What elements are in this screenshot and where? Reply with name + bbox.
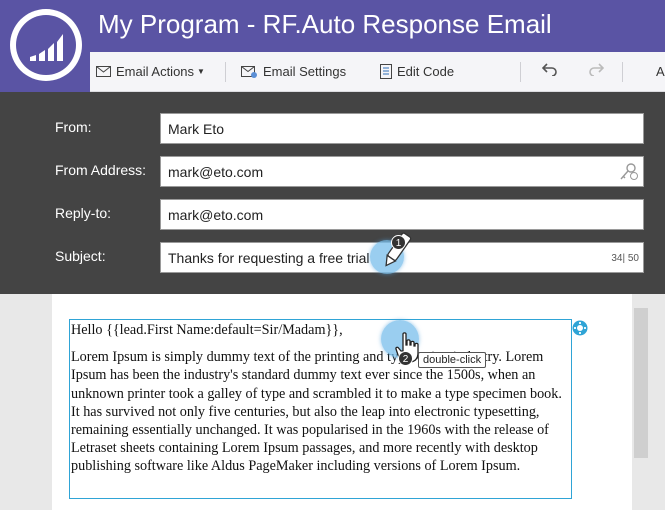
email-greeting: Hello {{lead.First Name:default=Sir/Mada… <box>71 322 343 338</box>
edit-code-label: Edit Code <box>397 64 455 79</box>
email-settings-button[interactable]: Email Settings <box>241 64 346 79</box>
module-gear-icon[interactable] <box>571 319 589 337</box>
edit-code-button[interactable]: Edit Code <box>380 64 454 79</box>
toolbar-divider <box>622 62 623 82</box>
subject-label: Subject: <box>55 248 106 264</box>
undo-icon <box>542 63 557 76</box>
from-address-field[interactable]: mark@eto.com <box>160 156 644 187</box>
envelope-icon <box>96 66 111 77</box>
vertical-scrollbar[interactable] <box>634 308 648 458</box>
key-icon[interactable] <box>619 163 639 181</box>
marketo-logo-icon[interactable] <box>10 9 82 81</box>
step-badge-2: 2 <box>398 351 413 366</box>
reply-to-label: Reply-to: <box>55 205 112 221</box>
email-settings-label: Email Settings <box>263 64 347 79</box>
email-text-module[interactable]: Hello {{lead.First Name:default=Sir/Mada… <box>69 319 572 499</box>
toolbar-overflow-item[interactable]: A <box>656 64 665 79</box>
caret-down-icon: ▼ <box>197 67 205 76</box>
from-value: Mark Eto <box>168 121 225 137</box>
toolbar-divider <box>225 62 226 82</box>
reply-to-field[interactable]: mark@eto.com <box>160 199 644 230</box>
code-document-icon <box>380 64 392 79</box>
email-toolbar: Email Actions ▼ Email Settings Edit Code… <box>90 52 665 92</box>
email-body-text: Lorem Ipsum is simply dummy text of the … <box>71 349 562 475</box>
redo-button[interactable] <box>588 62 604 76</box>
subject-value: Thanks for requesting a free trial <box>168 250 370 266</box>
email-actions-button[interactable]: Email Actions ▼ <box>96 64 205 79</box>
undo-button[interactable] <box>542 62 558 76</box>
reply-to-value: mark@eto.com <box>168 207 264 223</box>
app-header: My Program - RF.Auto Response Email <box>0 0 665 52</box>
envelope-gear-icon <box>241 65 257 78</box>
subject-char-counter: 34| 50 <box>611 253 639 264</box>
step-badge-1: 1 <box>391 235 406 250</box>
toolbar-divider <box>520 62 521 82</box>
logo-area <box>0 0 90 92</box>
email-header-form: From: Mark Eto From Address: mark@eto.co… <box>0 92 665 294</box>
page-title: My Program - RF.Auto Response Email <box>98 9 552 39</box>
double-click-tooltip: double-click <box>418 352 487 368</box>
from-field[interactable]: Mark Eto <box>160 113 644 144</box>
from-address-value: mark@eto.com <box>168 164 264 180</box>
email-actions-label: Email Actions <box>116 64 195 79</box>
from-address-label: From Address: <box>55 162 147 178</box>
from-label: From: <box>55 119 92 135</box>
toolbar-overflow-label: A <box>656 64 665 79</box>
redo-icon <box>589 63 604 76</box>
